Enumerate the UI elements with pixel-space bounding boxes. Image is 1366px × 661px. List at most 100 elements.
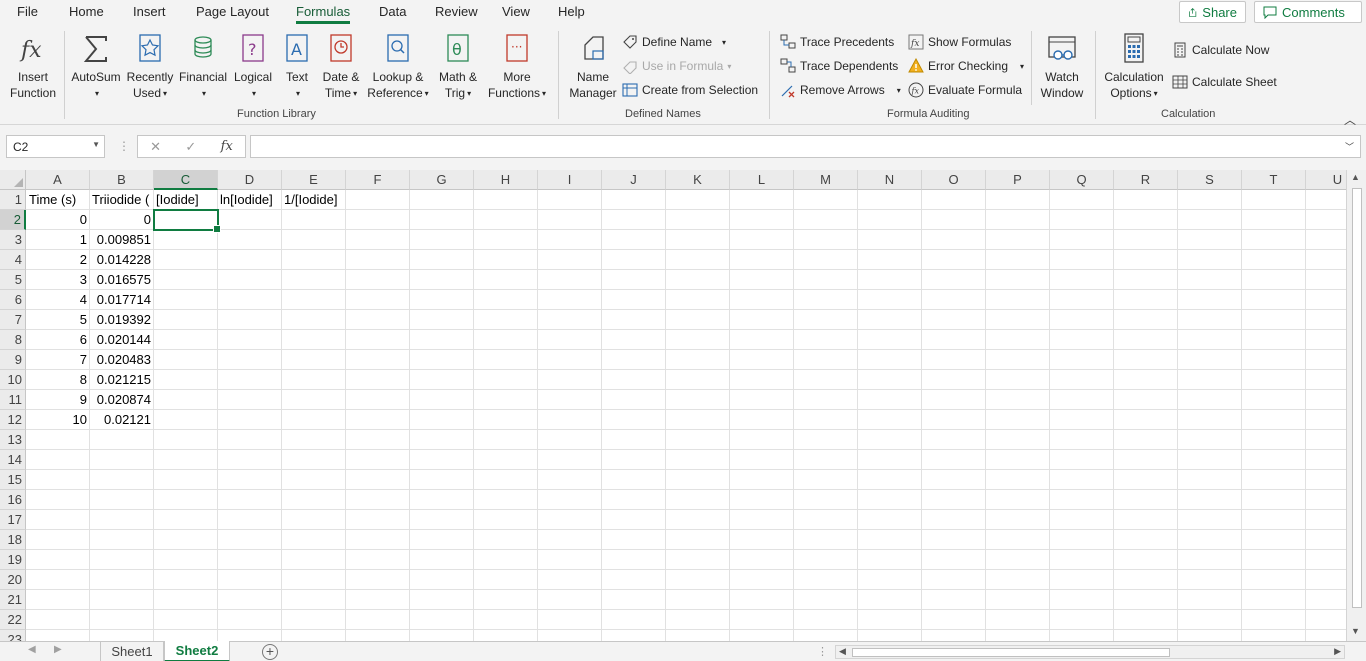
watch-window-button[interactable]: Watch Window (1037, 31, 1087, 101)
trace-precedents-button[interactable]: Trace Precedents (780, 33, 894, 51)
row-header-6[interactable]: 6 (0, 290, 26, 310)
column-header-Q[interactable]: Q (1050, 170, 1114, 190)
row-header-5[interactable]: 5 (0, 270, 26, 290)
cell-B7[interactable]: 0.019392 (91, 310, 153, 330)
cell-A3[interactable]: 1 (27, 230, 89, 250)
insert-function-fx-icon[interactable]: fx (221, 139, 233, 154)
column-header-F[interactable]: F (346, 170, 410, 190)
worksheet-grid[interactable]: ABCDEFGHIJKLMNOPQRSTU 1 2 3 4 5 6 7 8 9 10 11 12 13 1… (0, 170, 1366, 641)
add-sheet-icon[interactable]: + (262, 644, 278, 660)
cell-A4[interactable]: 2 (27, 250, 89, 270)
cell-A5[interactable]: 3 (27, 270, 89, 290)
row-header-15[interactable]: 15 (0, 470, 26, 490)
remove-arrows-button[interactable]: Remove Arrows ▾ (780, 81, 901, 99)
row-header-20[interactable]: 20 (0, 570, 26, 590)
row-header-10[interactable]: 10 (0, 370, 26, 390)
cell-A7[interactable]: 5 (27, 310, 89, 330)
column-header-S[interactable]: S (1178, 170, 1242, 190)
cell-B1[interactable]: Triiodide ( (90, 190, 153, 210)
column-header-J[interactable]: J (602, 170, 666, 190)
text-functions-button[interactable]: A Text ▾ (280, 31, 314, 102)
cell-B8[interactable]: 0.020144 (91, 330, 153, 350)
cell-A11[interactable]: 9 (27, 390, 89, 410)
show-formulas-button[interactable]: fx Show Formulas (908, 33, 1011, 51)
horizontal-scroll-thumb[interactable] (852, 648, 1170, 657)
date-time-button[interactable]: Date & Time ▾ (318, 31, 364, 102)
row-header-7[interactable]: 7 (0, 310, 26, 330)
insert-function-button[interactable]: fx Insert Function (8, 31, 58, 101)
column-header-N[interactable]: N (858, 170, 922, 190)
chevron-down-icon[interactable]: ▼ (92, 140, 100, 149)
recently-used-button[interactable]: Recently Used ▾ (125, 31, 175, 102)
menu-data[interactable]: Data (379, 4, 406, 19)
enter-icon[interactable]: ✓ (185, 139, 196, 155)
calculate-sheet-button[interactable]: Calculate Sheet (1172, 73, 1277, 91)
menu-review[interactable]: Review (435, 4, 478, 19)
calculation-options-button[interactable]: Calculation Options ▾ (1102, 31, 1166, 102)
cell-D1[interactable]: ln[Iodide] (218, 190, 281, 210)
scroll-left-icon[interactable]: ◀ (839, 646, 846, 657)
row-header-4[interactable]: 4 (0, 250, 26, 270)
vertical-scrollbar[interactable]: ▲ ▼ (1346, 170, 1366, 641)
cell-E1[interactable]: 1/[Iodide] (282, 190, 345, 210)
menu-insert[interactable]: Insert (133, 4, 166, 19)
tab-scroll-right-icon[interactable]: ▶ (54, 644, 62, 655)
row-header-23[interactable]: 23 (0, 630, 26, 641)
row-header-1[interactable]: 1 (0, 190, 26, 210)
column-header-P[interactable]: P (986, 170, 1050, 190)
scroll-down-icon[interactable]: ▼ (1351, 626, 1360, 636)
use-in-formula-button[interactable]: Use in Formula ▾ (622, 57, 731, 75)
share-button[interactable]: Share (1179, 1, 1246, 23)
column-header-T[interactable]: T (1242, 170, 1306, 190)
trace-dependents-button[interactable]: Trace Dependents (780, 57, 898, 75)
row-header-14[interactable]: 14 (0, 450, 26, 470)
column-header-R[interactable]: R (1114, 170, 1178, 190)
cell-A8[interactable]: 6 (27, 330, 89, 350)
row-header-13[interactable]: 13 (0, 430, 26, 450)
more-functions-button[interactable]: ··· More Functions ▾ (484, 31, 550, 102)
cell-B12[interactable]: 0.02121 (91, 410, 153, 430)
calculate-now-button[interactable]: Calculate Now (1172, 41, 1269, 59)
column-header-K[interactable]: K (666, 170, 730, 190)
column-header-M[interactable]: M (794, 170, 858, 190)
name-box[interactable]: C2 ▼ (6, 135, 105, 158)
cancel-icon[interactable]: ✕ (150, 139, 161, 155)
cell-B2[interactable]: 0 (91, 210, 153, 230)
row-header-22[interactable]: 22 (0, 610, 26, 630)
row-header-11[interactable]: 11 (0, 390, 26, 410)
scroll-up-icon[interactable]: ▲ (1351, 172, 1360, 182)
cell-B11[interactable]: 0.020874 (91, 390, 153, 410)
create-from-selection-button[interactable]: Create from Selection (622, 81, 758, 99)
lookup-reference-button[interactable]: Lookup & Reference ▾ (366, 31, 430, 102)
column-header-C[interactable]: C (154, 170, 218, 190)
cell-A12[interactable]: 10 (27, 410, 89, 430)
financial-button[interactable]: Financial ▾ (178, 31, 228, 102)
column-header-D[interactable]: D (218, 170, 282, 190)
menu-formulas[interactable]: Formulas (296, 4, 351, 24)
column-header-I[interactable]: I (538, 170, 602, 190)
cell-A10[interactable]: 8 (27, 370, 89, 390)
cell-A9[interactable]: 7 (27, 350, 89, 370)
row-header-9[interactable]: 9 (0, 350, 26, 370)
cell-A6[interactable]: 4 (27, 290, 89, 310)
menu-file[interactable]: File (17, 4, 38, 19)
menu-home[interactable]: Home (69, 4, 104, 19)
formula-input[interactable]: ﹀ (250, 135, 1361, 158)
cell-B3[interactable]: 0.009851 (91, 230, 153, 250)
comments-button[interactable]: Comments (1254, 1, 1362, 23)
menu-page-layout[interactable]: Page Layout (196, 4, 269, 19)
cell-B6[interactable]: 0.017714 (91, 290, 153, 310)
row-header-3[interactable]: 3 (0, 230, 26, 250)
tab-sheet2[interactable]: Sheet2 (164, 641, 230, 661)
row-header-18[interactable]: 18 (0, 530, 26, 550)
name-manager-button[interactable]: Name Manager (566, 31, 620, 101)
row-header-2[interactable]: 2 (0, 210, 26, 230)
row-header-16[interactable]: 16 (0, 490, 26, 510)
horizontal-scrollbar[interactable]: ◀ ▶ (835, 645, 1345, 659)
error-checking-button[interactable]: Error Checking ▾ (908, 57, 1024, 75)
expand-formula-bar-icon[interactable]: ﹀ (1345, 140, 1354, 153)
tab-scroll-left-icon[interactable]: ◀ (28, 644, 36, 655)
vertical-scroll-thumb[interactable] (1352, 188, 1362, 608)
row-header-8[interactable]: 8 (0, 330, 26, 350)
menu-view[interactable]: View (502, 4, 530, 19)
